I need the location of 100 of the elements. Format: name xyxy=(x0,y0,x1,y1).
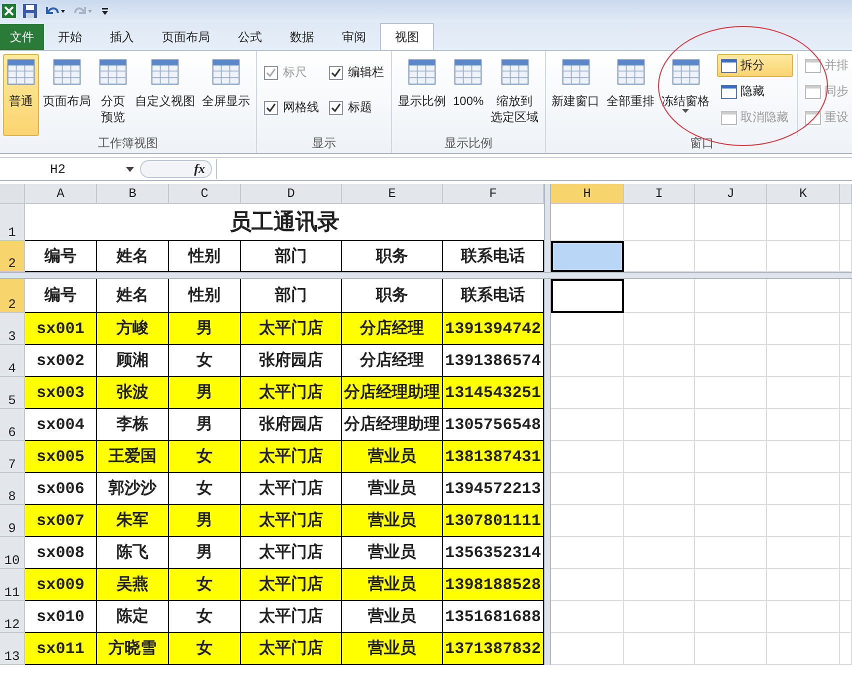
column-header[interactable]: B xyxy=(97,184,169,204)
column-header[interactable]: H xyxy=(551,184,624,204)
grid-cell[interactable] xyxy=(767,601,840,633)
split-bar[interactable] xyxy=(544,633,551,665)
row-header[interactable]: 1 xyxy=(0,204,25,241)
row-header[interactable]: 8 xyxy=(0,473,25,505)
grid-cell[interactable] xyxy=(840,569,852,601)
grid-cell[interactable] xyxy=(767,279,840,313)
checkbox[interactable]: 标题 xyxy=(329,99,384,116)
ribbon-button[interactable]: 显示比例 xyxy=(395,54,449,112)
row-header[interactable]: 5 xyxy=(0,377,25,409)
ribbon-button[interactable]: 拆分 xyxy=(716,54,793,77)
ribbon-button[interactable]: 100% xyxy=(450,54,487,112)
grid-cell[interactable] xyxy=(695,279,767,313)
grid-cell[interactable] xyxy=(624,345,695,377)
split-bar[interactable] xyxy=(544,241,551,272)
grid-cell[interactable] xyxy=(695,505,767,537)
grid-cell[interactable] xyxy=(624,409,695,441)
grid-cell[interactable] xyxy=(695,409,767,441)
name-box[interactable]: H2 xyxy=(0,162,140,176)
row-header[interactable]: 7 xyxy=(0,441,25,473)
checkbox[interactable]: 网格线 xyxy=(264,99,319,116)
grid-cell[interactable] xyxy=(767,204,840,241)
grid-cell[interactable] xyxy=(695,441,767,473)
ribbon-button[interactable]: 全部重排 xyxy=(604,54,658,112)
grid-cell[interactable] xyxy=(551,345,624,377)
grid-cell[interactable] xyxy=(767,377,840,409)
ribbon-button[interactable]: 普通 xyxy=(3,54,39,136)
grid-cell[interactable] xyxy=(840,441,852,473)
file-tab[interactable]: 文件 xyxy=(0,24,44,50)
grid-cell[interactable] xyxy=(695,601,767,633)
ribbon-button[interactable]: 新建窗口 xyxy=(548,54,603,112)
grid-cell[interactable] xyxy=(695,473,767,505)
column-header[interactable]: I xyxy=(624,184,695,204)
grid-cell[interactable] xyxy=(767,537,840,569)
grid-cell[interactable] xyxy=(767,569,840,601)
ribbon-button[interactable]: 隐藏 xyxy=(716,80,793,103)
row-header[interactable]: 2 xyxy=(0,241,25,272)
column-header[interactable]: E xyxy=(342,184,443,204)
row-header[interactable]: 6 xyxy=(0,409,25,441)
grid-cell[interactable] xyxy=(624,601,695,633)
select-all-button[interactable] xyxy=(0,184,25,204)
grid-cell[interactable] xyxy=(551,409,624,441)
ribbon-tab[interactable]: 开始 xyxy=(44,24,96,50)
split-bar[interactable] xyxy=(544,279,551,313)
split-bar[interactable] xyxy=(544,184,551,204)
grid-cell[interactable] xyxy=(767,633,840,665)
row-header[interactable]: 13 xyxy=(0,633,25,665)
active-cell[interactable] xyxy=(551,279,624,313)
grid-cell[interactable] xyxy=(695,377,767,409)
ribbon-tab[interactable]: 公式 xyxy=(224,24,276,50)
grid-cell[interactable] xyxy=(551,569,624,601)
ribbon-tab[interactable]: 数据 xyxy=(276,24,328,50)
grid-cell[interactable] xyxy=(551,377,624,409)
row-header[interactable]: 12 xyxy=(0,601,25,633)
grid-cell[interactable] xyxy=(767,313,840,345)
grid-cell[interactable] xyxy=(840,601,852,633)
column-header[interactable]: D xyxy=(241,184,342,204)
ribbon-tab[interactable]: 审阅 xyxy=(328,24,380,50)
grid-cell[interactable] xyxy=(767,441,840,473)
grid-cell[interactable] xyxy=(840,473,852,505)
grid-cell[interactable] xyxy=(767,409,840,441)
ribbon-button[interactable]: 页面布局 xyxy=(40,54,94,112)
grid-cell[interactable] xyxy=(551,473,624,505)
grid-cell[interactable] xyxy=(551,505,624,537)
grid-cell[interactable] xyxy=(695,569,767,601)
save-icon[interactable] xyxy=(22,3,38,19)
grid-cell[interactable] xyxy=(624,473,695,505)
grid-cell[interactable] xyxy=(695,313,767,345)
grid-cell[interactable] xyxy=(840,537,852,569)
column-header[interactable]: K xyxy=(767,184,840,204)
ribbon-button[interactable]: 缩放到 选定区域 xyxy=(488,54,542,128)
grid-cell[interactable] xyxy=(695,204,767,241)
grid-cell[interactable] xyxy=(767,473,840,505)
row-header[interactable]: 3 xyxy=(0,313,25,345)
grid-cell[interactable] xyxy=(624,204,695,241)
ribbon-tab[interactable]: 视图 xyxy=(380,23,434,50)
grid-cell[interactable] xyxy=(624,505,695,537)
row-header[interactable]: 2 xyxy=(0,279,25,313)
grid-cell[interactable] xyxy=(840,377,852,409)
grid-cell[interactable] xyxy=(551,441,624,473)
grid-cell[interactable] xyxy=(551,313,624,345)
grid-cell[interactable] xyxy=(767,505,840,537)
grid-cell[interactable] xyxy=(624,441,695,473)
grid-cell[interactable] xyxy=(624,633,695,665)
grid-cell[interactable] xyxy=(624,377,695,409)
grid-cell[interactable] xyxy=(624,313,695,345)
row-header[interactable]: 10 xyxy=(0,537,25,569)
row-header[interactable]: 9 xyxy=(0,505,25,537)
grid-cell[interactable] xyxy=(624,569,695,601)
ribbon-button[interactable]: 自定义视图 xyxy=(132,54,198,112)
grid-cell[interactable] xyxy=(695,345,767,377)
ribbon-button[interactable]: 冻结窗格 xyxy=(658,54,713,116)
grid-cell[interactable] xyxy=(840,279,852,313)
grid-cell[interactable] xyxy=(695,537,767,569)
grid-cell[interactable] xyxy=(840,633,852,665)
grid-cell[interactable] xyxy=(840,313,852,345)
row-header[interactable]: 11 xyxy=(0,569,25,601)
selected-cell[interactable] xyxy=(551,241,624,272)
checkbox[interactable]: 编辑栏 xyxy=(329,64,384,81)
